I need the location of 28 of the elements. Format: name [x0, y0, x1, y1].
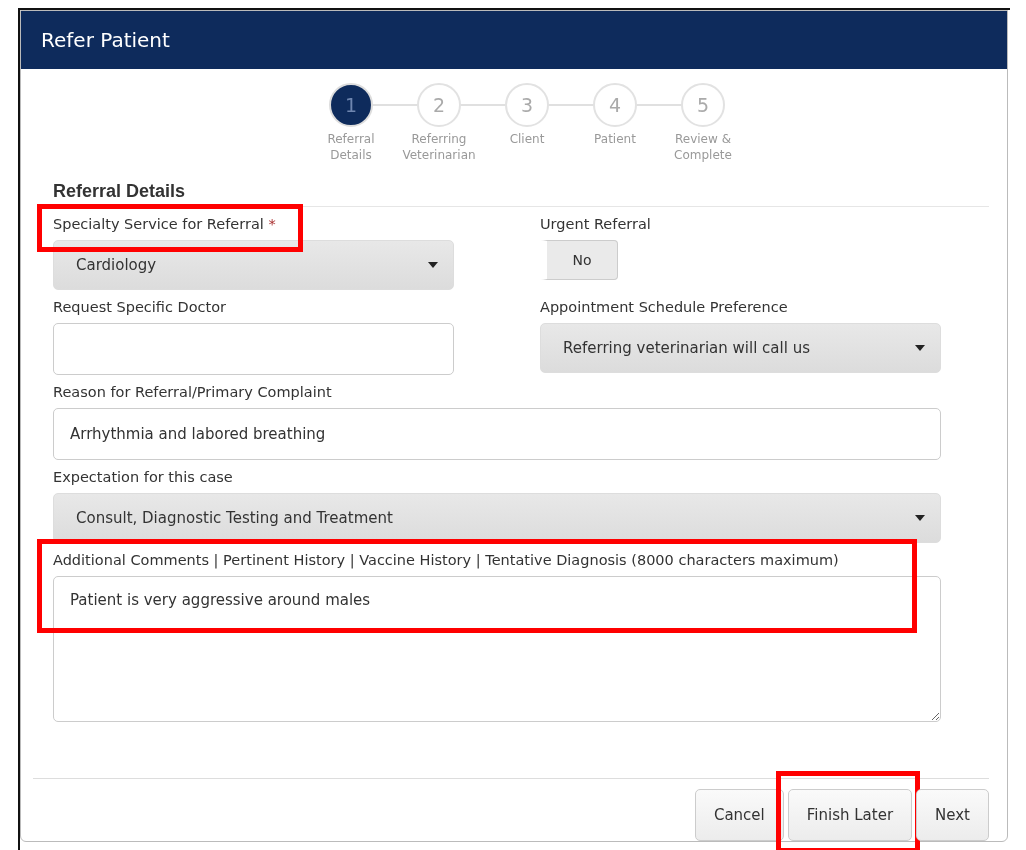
step-label: Review & Complete: [673, 131, 733, 163]
section-title: Referral Details: [53, 181, 989, 207]
step-label: Client: [508, 131, 546, 147]
field-label: Specialty Service for Referral *: [53, 216, 276, 232]
expectation-select[interactable]: Consult, Diagnostic Testing and Treatment: [53, 493, 941, 543]
comments-textarea[interactable]: Patient is very aggressive around males: [53, 576, 941, 722]
dialog-button[interactable]: Finish Later: [787, 789, 913, 841]
doctor-input[interactable]: [53, 323, 454, 375]
step-label: Referral Details: [326, 131, 376, 163]
dialog-button[interactable]: Cancel: [694, 789, 784, 841]
dialog-button[interactable]: Next: [916, 789, 989, 841]
step-circle[interactable]: 1: [329, 83, 373, 127]
field-label: Expectation for this case: [53, 469, 233, 485]
reason-input[interactable]: Arrhythmia and labored breathing: [53, 408, 941, 460]
field-label: Additional Comments | Pertinent History | Vaccine History | Tentative Diagnosis (8000 characters maximum): [53, 552, 839, 568]
urgent-toggle[interactable]: No: [540, 240, 618, 280]
caret-icon: [914, 514, 926, 522]
step-label: Patient: [593, 131, 637, 147]
caret-icon: [427, 261, 439, 269]
field-label: Appointment Schedule Preference: [540, 299, 788, 315]
specialty-select[interactable]: Cardiology: [53, 240, 454, 290]
field-label: Request Specific Doctor: [53, 299, 227, 315]
dialog-title: Refer Patient: [21, 11, 1007, 69]
field-label: Reason for Referral/Primary Complaint: [53, 384, 332, 400]
schedule-select[interactable]: Referring veterinarian will call us: [540, 323, 941, 373]
step-label: Referring Veterinarian: [401, 131, 477, 163]
field-label: Urgent Referral: [540, 216, 651, 232]
caret-icon: [914, 344, 926, 352]
